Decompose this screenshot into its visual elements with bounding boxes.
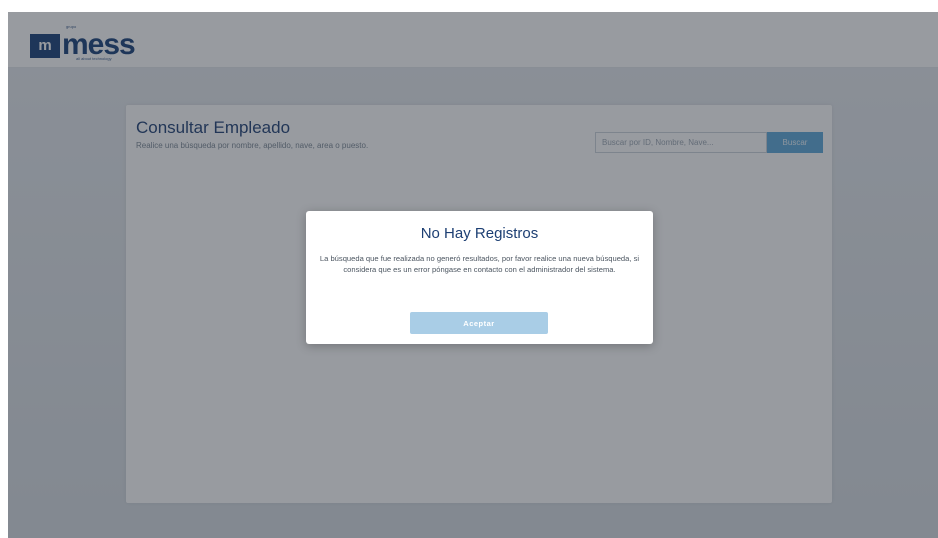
no-records-dialog: No Hay Registros La búsqueda que fue rea…	[306, 211, 653, 344]
dialog-title: No Hay Registros	[420, 225, 539, 242]
app-frame: m mess grupo all about technology Consul…	[8, 12, 938, 538]
dialog-message: La búsqueda que fue realizada no generó …	[319, 254, 640, 274]
accept-button[interactable]: Aceptar	[410, 312, 548, 334]
